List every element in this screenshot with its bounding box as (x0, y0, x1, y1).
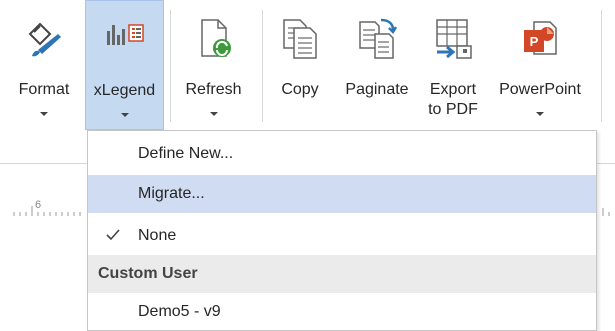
refresh-button[interactable]: Refresh (175, 0, 252, 130)
export-pdf-button[interactable]: Export to PDF (421, 0, 485, 130)
menu-item-label: None (138, 227, 177, 244)
copy-label: Copy (281, 81, 319, 98)
menu-item-demo5[interactable]: Demo5 - v9 (88, 293, 596, 331)
copy-icon (283, 19, 317, 59)
ribbon-separator (262, 10, 263, 122)
menu-item-label: Migrate... (138, 185, 205, 202)
xlegend-label: xLegend (93, 82, 156, 99)
horizontal-ruler-right (602, 208, 610, 216)
export-pdf-icon (436, 19, 472, 59)
menu-item-none[interactable]: None (88, 217, 596, 255)
xlegend-dropdown-menu: Define New... Migrate... None Custom Use… (87, 130, 597, 331)
chevron-down-icon[interactable] (536, 112, 544, 116)
ribbon-separator (601, 10, 602, 122)
chevron-down-icon[interactable] (209, 112, 218, 116)
ribbon-separator (170, 10, 171, 122)
menu-item-label: Demo5 - v9 (138, 303, 221, 320)
paginate-icon (359, 18, 397, 59)
export-label-line2: to PDF (428, 101, 478, 118)
menu-item-label: Define New... (138, 145, 234, 162)
format-button[interactable]: Format (8, 0, 80, 130)
powerpoint-label: PowerPoint (499, 81, 581, 98)
refresh-page-icon (200, 19, 231, 57)
menu-item-migrate[interactable]: Migrate... (88, 175, 596, 213)
chevron-down-icon[interactable] (120, 113, 129, 117)
chevron-down-icon[interactable] (40, 112, 48, 116)
menu-item-define-new[interactable]: Define New... (88, 135, 596, 173)
export-label: Export (429, 81, 477, 98)
paginate-label: Paginate (345, 81, 409, 98)
powerpoint-button[interactable]: P PowerPoint (488, 0, 592, 130)
checkmark-icon (106, 229, 120, 241)
section-header-label: Custom User (98, 265, 198, 282)
refresh-label: Refresh (185, 81, 242, 98)
menu-section-header: Custom User (88, 255, 596, 293)
powerpoint-icon: P (524, 21, 557, 55)
copy-button[interactable]: Copy (270, 0, 330, 130)
ruler-number: 6 (35, 199, 41, 211)
horizontal-ruler: 6 (13, 199, 81, 216)
format-label: Format (18, 81, 70, 98)
paint-brush-icon (28, 22, 61, 57)
svg-text:P: P (530, 34, 539, 49)
xlegend-button[interactable]: xLegend (85, 0, 164, 130)
paginate-button[interactable]: Paginate (334, 0, 420, 130)
legend-chart-icon (106, 24, 144, 45)
